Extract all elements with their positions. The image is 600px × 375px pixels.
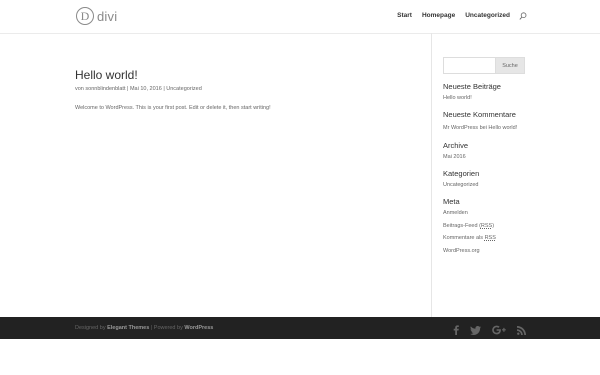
meta-login-link[interactable]: Anmelden bbox=[443, 210, 527, 217]
meta-sep: | bbox=[163, 86, 165, 92]
rss-icon[interactable] bbox=[517, 322, 526, 340]
site-footer: Designed by Elegant Themes | Powered by … bbox=[0, 317, 600, 339]
sidebar-search: Suche bbox=[443, 57, 527, 74]
widget-title: Neueste Beiträge bbox=[443, 82, 501, 91]
category-link[interactable]: Uncategorized bbox=[443, 182, 527, 189]
google-plus-icon[interactable] bbox=[492, 322, 506, 340]
post-author-link[interactable]: sonnblindenblatt bbox=[85, 86, 125, 92]
meta-wordpress-link[interactable]: WordPress.org bbox=[443, 248, 527, 255]
main-content: Hello world! von sonnblindenblatt | Mai … bbox=[75, 68, 405, 112]
widget-recent-posts: Neueste Beiträge Hello world! bbox=[443, 82, 527, 102]
post-category-link[interactable]: Uncategorized bbox=[166, 86, 201, 92]
rss-abbr: RSS bbox=[484, 235, 496, 241]
nav-item-start[interactable]: Start bbox=[397, 12, 412, 20]
logo-mark: D bbox=[76, 7, 94, 25]
search-icon[interactable] bbox=[519, 12, 527, 20]
meta-entries-feed-link[interactable]: Beitrags-Feed (RSS) bbox=[443, 223, 527, 230]
meta-sep: | bbox=[127, 86, 129, 92]
logo-word: divi bbox=[97, 8, 118, 24]
widget-archive: Archive Mai 2016 bbox=[443, 141, 527, 161]
site-header: D divi Start Homepage Uncategorized bbox=[0, 0, 600, 33]
widget-title: Kategorien bbox=[443, 169, 480, 178]
meta-prefix: von bbox=[75, 86, 84, 92]
meta-feed-prefix: Beitrags-Feed ( bbox=[443, 222, 481, 229]
widget-title: Meta bbox=[443, 197, 460, 206]
main-nav: Start Homepage Uncategorized bbox=[387, 12, 527, 20]
meta-comments-feed-link[interactable]: Kommentare als RSS bbox=[443, 235, 527, 242]
sidebar: Suche Neueste Beiträge Hello world! Neue… bbox=[443, 57, 527, 255]
widget-title: Neueste Kommentare bbox=[443, 110, 516, 119]
search-button[interactable]: Suche bbox=[496, 57, 525, 74]
sidebar-divider bbox=[431, 33, 432, 317]
nav-item-uncategorized[interactable]: Uncategorized bbox=[465, 12, 510, 20]
meta-comments-prefix: Kommentare als bbox=[443, 235, 485, 241]
footer-credit: Designed by Elegant Themes | Powered by … bbox=[75, 325, 213, 332]
widget-title: Archive bbox=[443, 141, 469, 150]
site-logo[interactable]: D divi bbox=[76, 6, 117, 26]
search-input[interactable] bbox=[443, 57, 496, 74]
elegant-themes-link[interactable]: Elegant Themes bbox=[107, 325, 149, 331]
facebook-icon[interactable] bbox=[453, 322, 459, 340]
rss-abbr: RSS bbox=[480, 222, 493, 229]
archive-link[interactable]: Mai 2016 bbox=[443, 154, 527, 161]
post-excerpt: Welcome to WordPress. This is your first… bbox=[75, 105, 271, 111]
post-title[interactable]: Hello world! bbox=[75, 68, 405, 82]
widget-meta: Meta Anmelden Beitrags-Feed (RSS) Kommen… bbox=[443, 197, 527, 255]
wordpress-link[interactable]: WordPress bbox=[184, 325, 213, 331]
powered-by-text: | Powered by bbox=[150, 325, 183, 331]
post-date: Mai 10, 2016 bbox=[129, 86, 162, 92]
widget-categories: Kategorien Uncategorized bbox=[443, 169, 527, 189]
recent-post-link[interactable]: Hello world! bbox=[443, 95, 527, 102]
social-icons bbox=[442, 322, 526, 340]
twitter-icon[interactable] bbox=[470, 322, 481, 340]
recent-comment-link[interactable]: Mr WordPress bei Hello world! bbox=[443, 123, 523, 133]
post-meta: von sonnblindenblatt | Mai 10, 2016 | Un… bbox=[75, 86, 405, 93]
nav-item-homepage[interactable]: Homepage bbox=[422, 12, 455, 20]
widget-recent-comments: Neueste Kommentare Mr WordPress bei Hell… bbox=[443, 110, 527, 133]
designed-by-text: Designed by bbox=[75, 325, 106, 331]
